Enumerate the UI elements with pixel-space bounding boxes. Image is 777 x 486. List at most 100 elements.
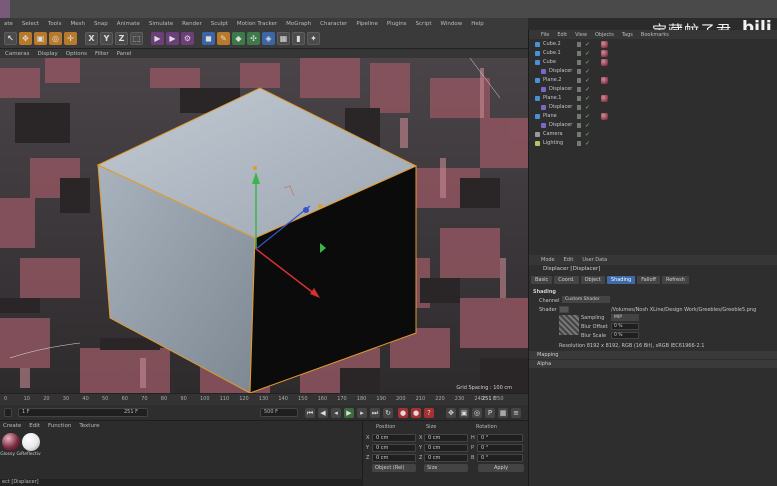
- record-icon[interactable]: ●: [398, 408, 408, 418]
- scale-icon[interactable]: ▣: [34, 32, 47, 45]
- material-tag-icon[interactable]: [601, 113, 608, 120]
- object-menu-item-4[interactable]: Tags: [622, 32, 633, 38]
- material-glossy[interactable]: Glossy Gr: [0, 433, 22, 457]
- mapping-section[interactable]: Mapping: [529, 351, 777, 359]
- key-pla-icon[interactable]: ▦: [498, 408, 508, 418]
- visibility-dots-icon[interactable]: [577, 69, 581, 74]
- menu-item-3[interactable]: Mesh: [70, 21, 84, 27]
- object-menu-item-2[interactable]: View: [575, 32, 587, 38]
- object-menu-item-0[interactable]: File: [541, 32, 549, 38]
- enabled-check-icon[interactable]: ✓: [585, 86, 590, 93]
- key-param-icon[interactable]: P: [485, 408, 495, 418]
- material-menu-item-2[interactable]: Function: [48, 423, 71, 429]
- pen-icon[interactable]: ✎: [217, 32, 230, 45]
- end-frame-field[interactable]: 500 F: [260, 408, 298, 417]
- enabled-check-icon[interactable]: ✓: [585, 50, 590, 57]
- menu-item-4[interactable]: Snap: [94, 21, 108, 27]
- autokey-icon[interactable]: ●: [411, 408, 421, 418]
- tab-falloff[interactable]: Falloff: [637, 276, 660, 284]
- visibility-dots-icon[interactable]: [577, 51, 581, 56]
- menu-item-15[interactable]: Window: [441, 21, 463, 27]
- visibility-dots-icon[interactable]: [577, 96, 581, 101]
- channel-dropdown[interactable]: Custom Shader: [562, 296, 610, 303]
- cube-icon[interactable]: ◼: [202, 32, 215, 45]
- rot-p-field[interactable]: 0 °: [477, 444, 523, 452]
- blur-scale-field[interactable]: 0 %: [611, 332, 639, 339]
- object-menu-item-3[interactable]: Objects: [595, 32, 614, 38]
- enabled-check-icon[interactable]: ✓: [585, 122, 590, 129]
- material-menu-item-1[interactable]: Edit: [29, 423, 40, 429]
- material-tag-icon[interactable]: [601, 41, 608, 48]
- play-icon[interactable]: ▶: [344, 408, 354, 418]
- pointer-icon[interactable]: ↖: [4, 32, 17, 45]
- menu-item-2[interactable]: Tools: [48, 21, 62, 27]
- object-row[interactable]: Plane ✓: [529, 112, 777, 121]
- object-row[interactable]: Plane.1 ✓: [529, 94, 777, 103]
- next-key-icon[interactable]: ▸: [357, 408, 367, 418]
- menu-item-7[interactable]: Render: [182, 21, 202, 27]
- sampling-dropdown[interactable]: MIP: [611, 314, 639, 321]
- y-axis-icon[interactable]: Y: [100, 32, 113, 45]
- enabled-check-icon[interactable]: ✓: [585, 59, 590, 66]
- keyframe-icon[interactable]: ?: [424, 408, 434, 418]
- rotate-icon[interactable]: ◎: [49, 32, 62, 45]
- object-row[interactable]: Cube.2 ✓: [529, 40, 777, 49]
- environment-icon[interactable]: ▦: [277, 32, 290, 45]
- menu-item-1[interactable]: Select: [22, 21, 39, 27]
- deformer-icon[interactable]: ◈: [262, 32, 275, 45]
- loop-icon[interactable]: ↻: [383, 408, 393, 418]
- pos-x-field[interactable]: 0 cm: [372, 434, 416, 442]
- object-row[interactable]: Displacer ✓: [529, 85, 777, 94]
- enabled-check-icon[interactable]: ✓: [585, 140, 590, 147]
- key-scale-icon[interactable]: ▣: [459, 408, 469, 418]
- enabled-check-icon[interactable]: ✓: [585, 77, 590, 84]
- key-position-icon[interactable]: ✥: [446, 408, 456, 418]
- object-row[interactable]: Cube.1 ✓: [529, 49, 777, 58]
- object-row[interactable]: Displacer ✓: [529, 103, 777, 112]
- object-row[interactable]: Plane.2 ✓: [529, 76, 777, 85]
- menu-item-14[interactable]: Script: [416, 21, 432, 27]
- enabled-check-icon[interactable]: ✓: [585, 113, 590, 120]
- object-row[interactable]: Camera ✓: [529, 130, 777, 139]
- object-row[interactable]: Cube ✓: [529, 58, 777, 67]
- viewport-menu-item-4[interactable]: Panel: [117, 51, 132, 57]
- visibility-dots-icon[interactable]: [577, 114, 581, 119]
- attribute-menu-item-1[interactable]: Edit: [564, 257, 574, 263]
- frame-down-field[interactable]: [4, 408, 12, 417]
- shader-menu-button[interactable]: [559, 306, 569, 313]
- material-tag-icon[interactable]: [601, 77, 608, 84]
- enabled-check-icon[interactable]: ✓: [585, 41, 590, 48]
- menu-item-6[interactable]: Simulate: [149, 21, 173, 27]
- coord-mode-dropdown[interactable]: Object (Rel): [372, 464, 416, 472]
- visibility-dots-icon[interactable]: [577, 87, 581, 92]
- object-menu-item-5[interactable]: Bookmarks: [641, 32, 669, 38]
- visibility-dots-icon[interactable]: [577, 42, 581, 47]
- menu-item-16[interactable]: Help: [471, 21, 484, 27]
- render-view-icon[interactable]: ▶: [166, 32, 179, 45]
- enabled-check-icon[interactable]: ✓: [585, 95, 590, 102]
- timeline-ruler[interactable]: 0 10 20 30 40 50 60 70 80 90 100 110 120 130 140 150 160…: [0, 393, 528, 405]
- size-y-field[interactable]: 0 cm: [424, 444, 468, 452]
- prev-key-icon[interactable]: ◀: [318, 408, 328, 418]
- z-axis-icon[interactable]: Z: [115, 32, 128, 45]
- x-axis-icon[interactable]: X: [85, 32, 98, 45]
- tab-coord[interactable]: Coord.: [554, 276, 579, 284]
- size-z-field[interactable]: 0 cm: [424, 454, 468, 462]
- size-mode-dropdown[interactable]: Size: [424, 464, 468, 472]
- viewport-menu-item-0[interactable]: Cameras: [5, 51, 29, 57]
- viewport-menu-item-1[interactable]: Display: [37, 51, 57, 57]
- enabled-check-icon[interactable]: ✓: [585, 131, 590, 138]
- array-icon[interactable]: ✣: [247, 32, 260, 45]
- enabled-check-icon[interactable]: ✓: [585, 68, 590, 75]
- menu-item-13[interactable]: Plugins: [387, 21, 407, 27]
- viewport-menu-item-2[interactable]: Options: [66, 51, 87, 57]
- key-rotation-icon[interactable]: ◎: [472, 408, 482, 418]
- render-region-icon[interactable]: ▶: [151, 32, 164, 45]
- size-x-field[interactable]: 0 cm: [424, 434, 468, 442]
- material-tag-icon[interactable]: [601, 95, 608, 102]
- object-row[interactable]: Displacer ✓: [529, 121, 777, 130]
- menu-item-12[interactable]: Pipeline: [356, 21, 378, 27]
- pos-z-field[interactable]: 0 cm: [372, 454, 416, 462]
- tab-basic[interactable]: Basic: [531, 276, 553, 284]
- go-start-icon[interactable]: ⏮: [305, 408, 315, 418]
